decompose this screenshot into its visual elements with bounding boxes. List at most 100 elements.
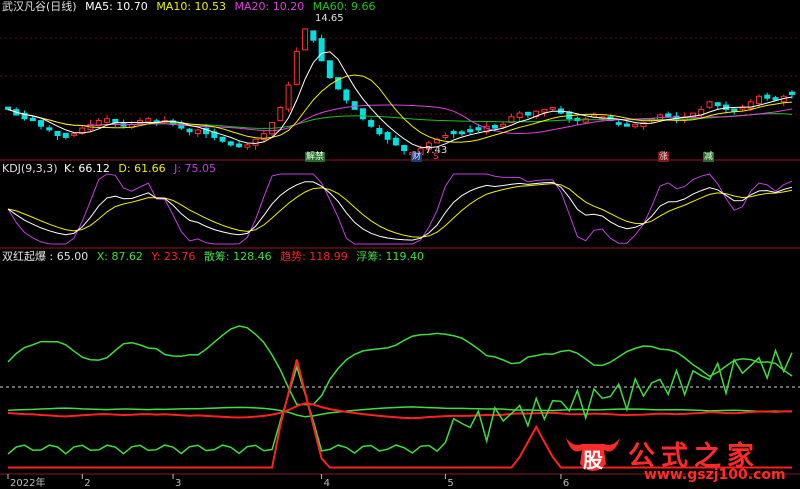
candle-body (227, 141, 234, 146)
candle-body (343, 89, 350, 101)
candle-body (351, 101, 358, 110)
double-red-header: 双红起爆 : 65.00 X: 87.62 Y: 23.76 散筹: 128.4… (2, 250, 429, 264)
candle-body (450, 130, 457, 135)
ma10-label: MA10: 10.53 (156, 0, 227, 13)
candle-body (392, 137, 399, 146)
kdj-d-label: D: 61.66 (118, 162, 166, 175)
candle-body (764, 94, 771, 99)
svg-text:股: 股 (583, 448, 603, 472)
candle-body (491, 124, 498, 129)
candle-body (293, 50, 300, 85)
candle-body (541, 108, 548, 113)
candle-body (244, 144, 251, 148)
candle-body (368, 120, 375, 127)
candle-body (285, 84, 292, 110)
candle-body (467, 129, 474, 133)
candle-body (632, 123, 639, 128)
candlestick (359, 108, 366, 121)
limit-up-tag[interactable]: 涨 (658, 152, 670, 162)
candle-body (500, 123, 507, 128)
candle-body (71, 133, 78, 136)
candlestick (326, 60, 333, 79)
ma20-label: MA20: 10.20 (234, 0, 305, 13)
candle-body (714, 102, 721, 107)
candlestick (285, 81, 292, 113)
x-tick-label: 5 (447, 478, 453, 489)
ma5-label: MA5: 10.70 (85, 0, 148, 13)
x-tick-label: 3 (175, 478, 181, 489)
candle-body (516, 112, 523, 118)
candle-body (62, 132, 69, 138)
candle-body (731, 108, 738, 112)
candle-body (384, 132, 391, 140)
candlestick (318, 34, 325, 62)
s-tag[interactable]: S (432, 152, 440, 162)
candlestick (706, 100, 713, 109)
double-red-value: : 65.00 (49, 250, 89, 263)
candle-body (112, 118, 119, 123)
candle-body (376, 128, 383, 135)
floating-chips-label: 浮筹: 119.40 (356, 250, 424, 263)
candle-body (524, 111, 531, 116)
candlestick (302, 28, 309, 51)
candle-body (706, 101, 713, 108)
candle-body (186, 128, 193, 133)
kdj-header: KDJ(9,3,3) K: 66.12 D: 61.66 J: 75.05 (2, 162, 221, 176)
candle-body (623, 123, 630, 127)
candle-body (46, 127, 53, 131)
high-price-label: 14.65 (315, 13, 344, 24)
ma60-label: MA60: 9.66 (312, 0, 376, 13)
candle-body (475, 127, 482, 131)
bull-logo-icon: 股 (566, 438, 620, 472)
candle-body (219, 136, 226, 142)
x-label: X: 87.62 (96, 250, 143, 263)
candle-body (54, 130, 61, 137)
candle-body (665, 113, 672, 118)
x-tick-label: 2 (84, 478, 90, 489)
watermark-url: www.gszj100.com (644, 467, 786, 483)
finance-tag[interactable]: 财 (411, 152, 423, 162)
candle-body (442, 135, 449, 138)
candle-body (359, 108, 366, 120)
trend-label: 趋势: 118.99 (280, 250, 348, 263)
candle-body (104, 118, 111, 123)
double-red-title[interactable]: 双红起爆 (2, 250, 46, 263)
candle-body (549, 107, 556, 110)
candle-body (739, 107, 746, 110)
watermark: 股 公式之家 www.gszj100.com (562, 432, 800, 489)
kdj-j-label: J: 75.05 (174, 162, 217, 175)
candle-body (194, 129, 201, 135)
candlestick (293, 47, 300, 86)
candle-body (252, 138, 259, 146)
kdj-k-label: K: 66.12 (64, 162, 110, 175)
candle-body (5, 106, 11, 110)
candle-body (755, 95, 762, 105)
candlestick (277, 106, 284, 122)
candle-body (789, 91, 795, 95)
candle-body (310, 30, 317, 41)
y-label: Y: 23.76 (151, 250, 196, 263)
candle-body (615, 122, 622, 125)
candle-body (458, 131, 465, 135)
candle-body (277, 107, 284, 122)
candlestick (351, 100, 358, 110)
stock-chart[interactable]: 2022年 2 3 4 5 6 (0, 0, 800, 489)
kdj-title[interactable]: KDJ(9,3,3) (2, 162, 58, 175)
scatter-chips-label: 散筹: 128.46 (203, 250, 272, 263)
candle-body (772, 97, 779, 101)
candle-body (582, 118, 589, 123)
candle-body (236, 143, 243, 148)
candle-body (326, 60, 333, 79)
x-tick-label: 2022年 (10, 476, 45, 489)
candle-body (38, 120, 45, 127)
candle-body (722, 104, 729, 110)
candle-body (29, 117, 36, 122)
candle-body (145, 118, 152, 123)
unlock-tag[interactable]: 解禁 (305, 152, 326, 162)
candle-body (401, 145, 408, 152)
reduce-tag[interactable]: 减 (703, 152, 715, 162)
main-header: 武汉凡谷(日线) MA5: 10.70 MA10: 10.53 MA20: 10… (2, 0, 380, 14)
x-tick-label: 4 (324, 478, 330, 489)
candle-body (302, 28, 309, 51)
stock-title[interactable]: 武汉凡谷(日线) (2, 0, 77, 13)
